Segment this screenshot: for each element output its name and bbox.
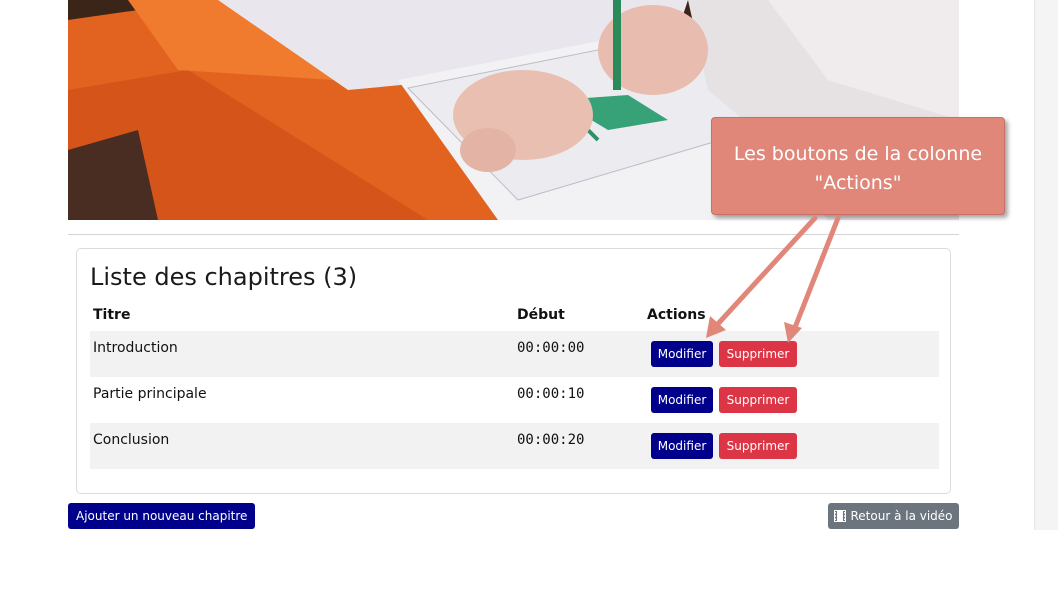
edit-button[interactable]: Modifier	[651, 387, 713, 413]
chapter-start: 00:00:20	[517, 432, 585, 448]
chapter-title: Conclusion	[93, 432, 170, 448]
column-header-title: Titre	[93, 307, 131, 323]
edit-button[interactable]: Modifier	[651, 341, 713, 367]
edit-button[interactable]: Modifier	[651, 433, 713, 459]
annotation-line-2: "Actions"	[814, 172, 902, 194]
film-icon	[834, 505, 847, 531]
back-to-video-button[interactable]: Retour à la vidéo	[828, 503, 959, 529]
divider	[68, 234, 959, 235]
column-header-start: Début	[517, 307, 565, 323]
table-row: Conclusion 00:00:20 Modifier Supprimer	[90, 423, 939, 469]
column-header-actions: Actions	[647, 307, 706, 323]
chapter-start: 00:00:00	[517, 340, 585, 356]
add-chapter-button[interactable]: Ajouter un nouveau chapitre	[68, 503, 256, 529]
back-to-video-label: Retour à la vidéo	[850, 509, 953, 523]
table-row: Partie principale 00:00:10 Modifier Supp…	[90, 377, 939, 423]
chapters-card: Liste des chapitres (3) Titre Début Acti…	[76, 248, 951, 494]
delete-button[interactable]: Supprimer	[719, 341, 797, 367]
scrollbar[interactable]	[1034, 0, 1058, 530]
chapter-title: Introduction	[93, 340, 178, 356]
delete-button[interactable]: Supprimer	[719, 433, 797, 459]
delete-button[interactable]: Supprimer	[719, 387, 797, 413]
page-title: Liste des chapitres (3)	[90, 263, 358, 291]
chapter-start: 00:00:10	[517, 386, 585, 402]
chapter-title: Partie principale	[93, 386, 207, 402]
annotation-callout: Les boutons de la colonne "Actions"	[711, 117, 1005, 215]
table-row: Introduction 00:00:00 Modifier Supprimer	[90, 331, 939, 377]
annotation-line-1: Les boutons de la colonne	[733, 143, 983, 165]
